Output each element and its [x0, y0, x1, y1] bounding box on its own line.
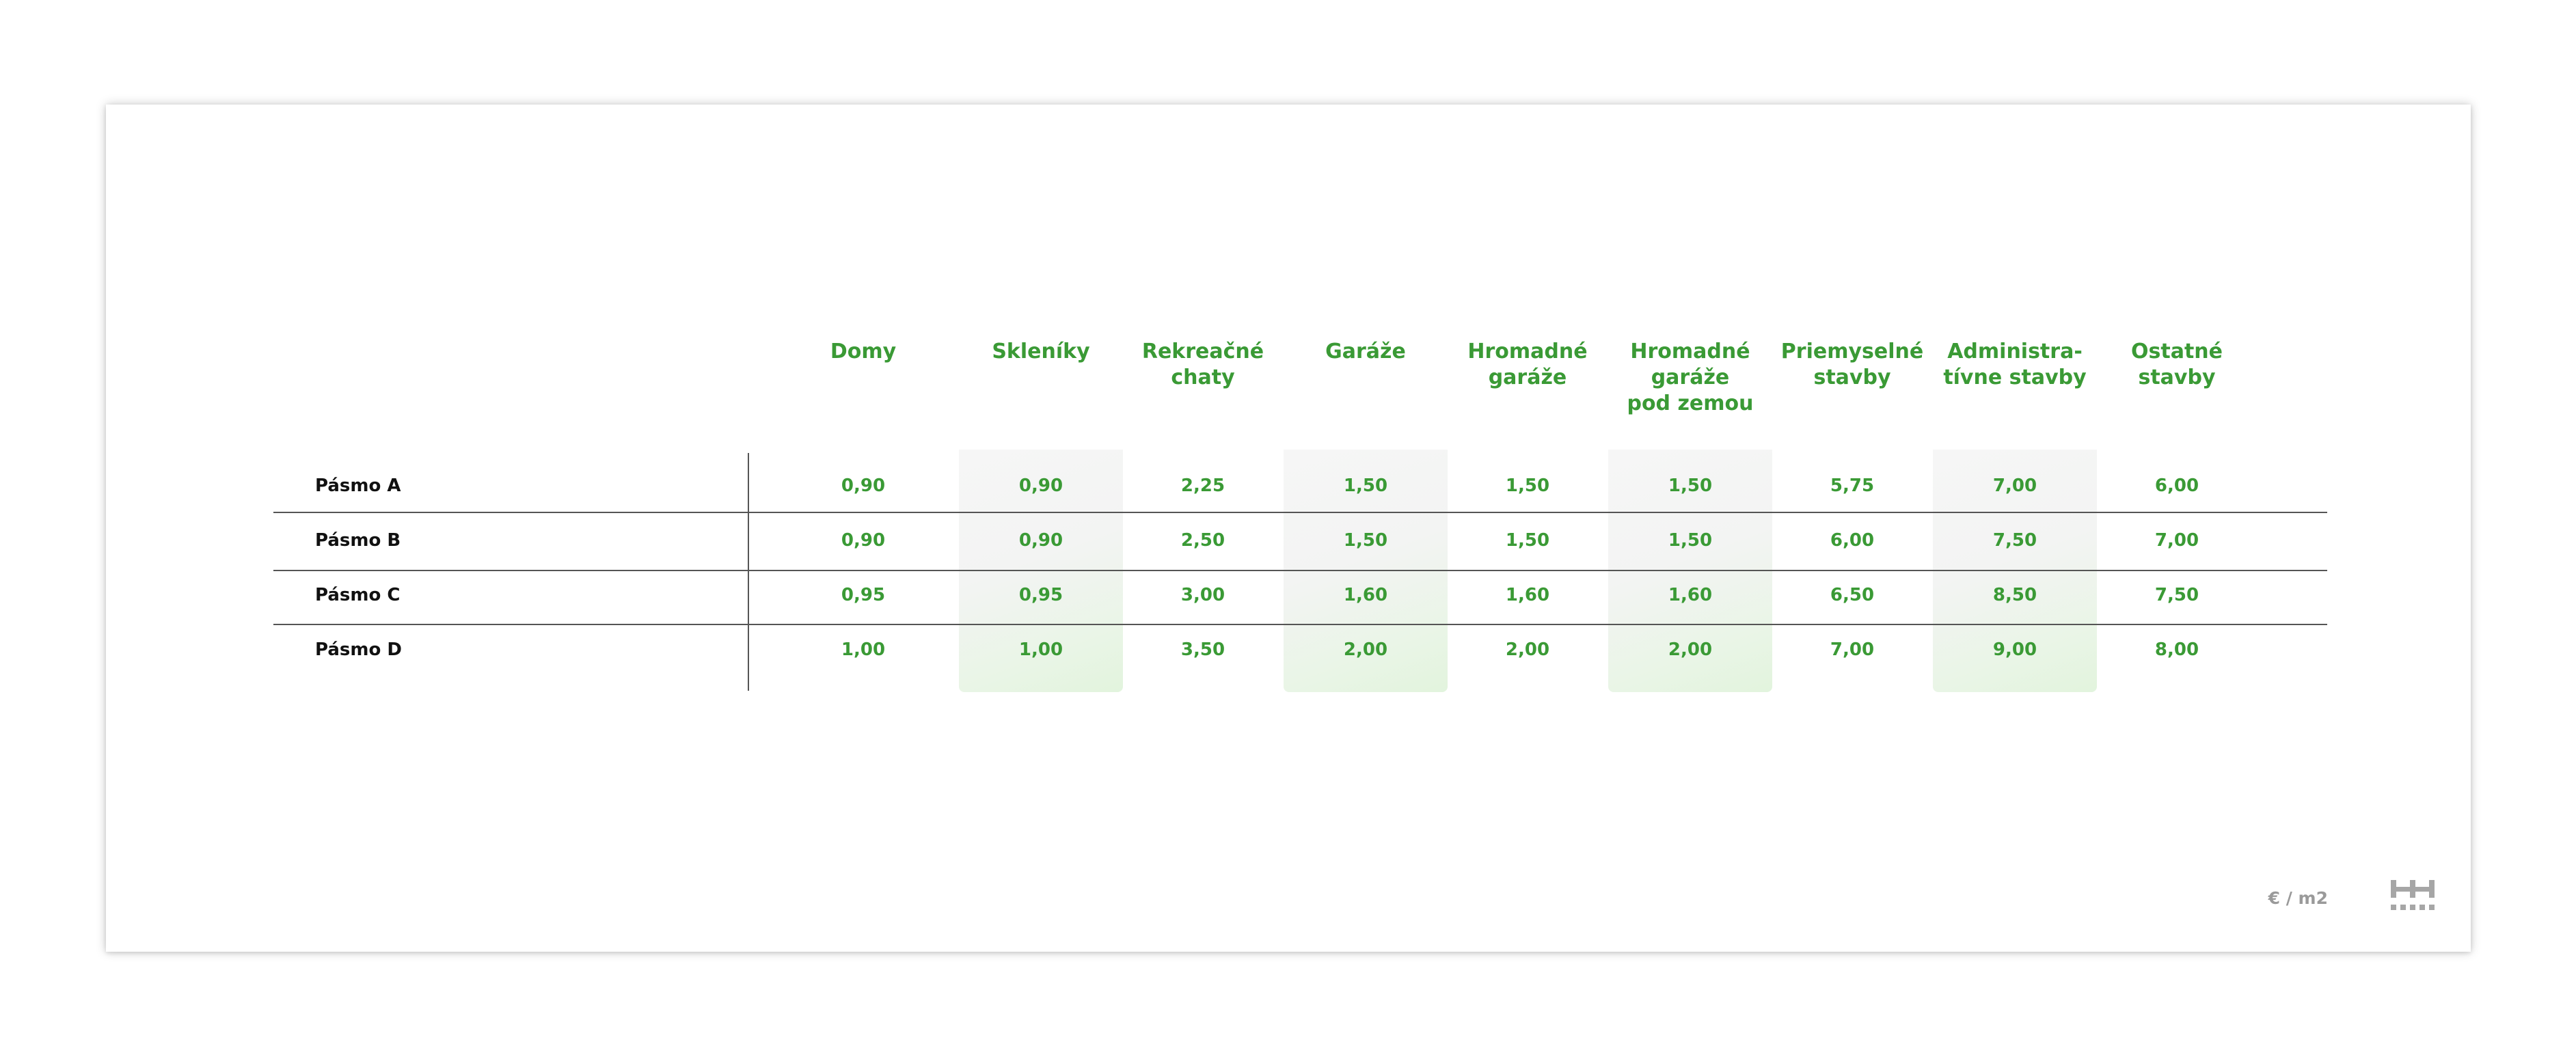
table-cell: 5,75 [1830, 476, 1875, 496]
row-divider [273, 570, 2327, 571]
unit-label: € / m2 [2268, 888, 2328, 908]
table-cell: 0,90 [841, 476, 886, 496]
column-header: Rekreačné chaty [1141, 340, 1264, 389]
column-header: Ostatné stavby [2131, 340, 2223, 389]
column-header: Administra- tívne stavby [1943, 340, 2087, 389]
row-label: Pásmo D [315, 639, 402, 660]
row-label: Pásmo C [315, 585, 401, 605]
row-label: Pásmo B [315, 530, 401, 551]
column-header: Domy [830, 340, 897, 363]
column-header: Hromadné garáže [1467, 340, 1588, 389]
table-cell: 6,00 [1830, 530, 1875, 551]
column-header: Garáže [1325, 340, 1406, 363]
table-cell: 9,00 [1992, 639, 2037, 660]
table-cell: 7,50 [2154, 585, 2199, 605]
table-cell: 0,90 [1018, 476, 1063, 496]
table-cell: 1,50 [1668, 476, 1713, 496]
table-cell: 2,00 [1668, 639, 1713, 660]
table-cell: 0,95 [841, 585, 886, 605]
table-cell: 6,50 [1830, 585, 1875, 605]
table-cell: 7,00 [2154, 530, 2199, 551]
table-cell: 7,50 [1992, 530, 2037, 551]
table-cell: 1,00 [1018, 639, 1063, 660]
table-cell: 8,00 [2154, 639, 2199, 660]
table-cell: 1,00 [841, 639, 886, 660]
table-cell: 7,00 [1830, 639, 1875, 660]
table-cell: 3,50 [1180, 639, 1225, 660]
table-cell: 1,60 [1668, 585, 1713, 605]
table-cell: 2,00 [1343, 639, 1388, 660]
table-cell: 2,00 [1505, 639, 1550, 660]
column-header: Priemyselné stavby [1780, 340, 1924, 389]
price-table-card: Domy Skleníky Rekreačné chaty Garáže Hromadn… [106, 105, 2471, 952]
table-cell: 1,50 [1668, 530, 1713, 551]
row-divider [273, 624, 2327, 625]
table-cell: 8,50 [1992, 585, 2037, 605]
row-label: Pásmo A [315, 476, 401, 496]
table-cell: 1,50 [1343, 476, 1388, 496]
table-cell: 2,25 [1180, 476, 1225, 496]
table-cell: 1,50 [1505, 476, 1550, 496]
table-cell: 2,50 [1180, 530, 1225, 551]
row-label-divider [748, 453, 749, 691]
table-cell: 0,90 [1018, 530, 1063, 551]
table-cell: 6,00 [2154, 476, 2199, 496]
table-cell: 0,90 [841, 530, 886, 551]
table-cell: 1,50 [1343, 530, 1388, 551]
row-divider [273, 512, 2327, 513]
column-header: Hromadné garáže pod zemou [1627, 340, 1754, 415]
table-cell: 7,00 [1992, 476, 2037, 496]
table-cell: 1,50 [1505, 530, 1550, 551]
table-cell: 0,95 [1018, 585, 1063, 605]
grid-logo-icon [2391, 880, 2435, 910]
table-cell: 3,00 [1180, 585, 1225, 605]
table-cell: 1,60 [1343, 585, 1388, 605]
table-cell: 1,60 [1505, 585, 1550, 605]
column-header: Skleníky [992, 340, 1090, 363]
